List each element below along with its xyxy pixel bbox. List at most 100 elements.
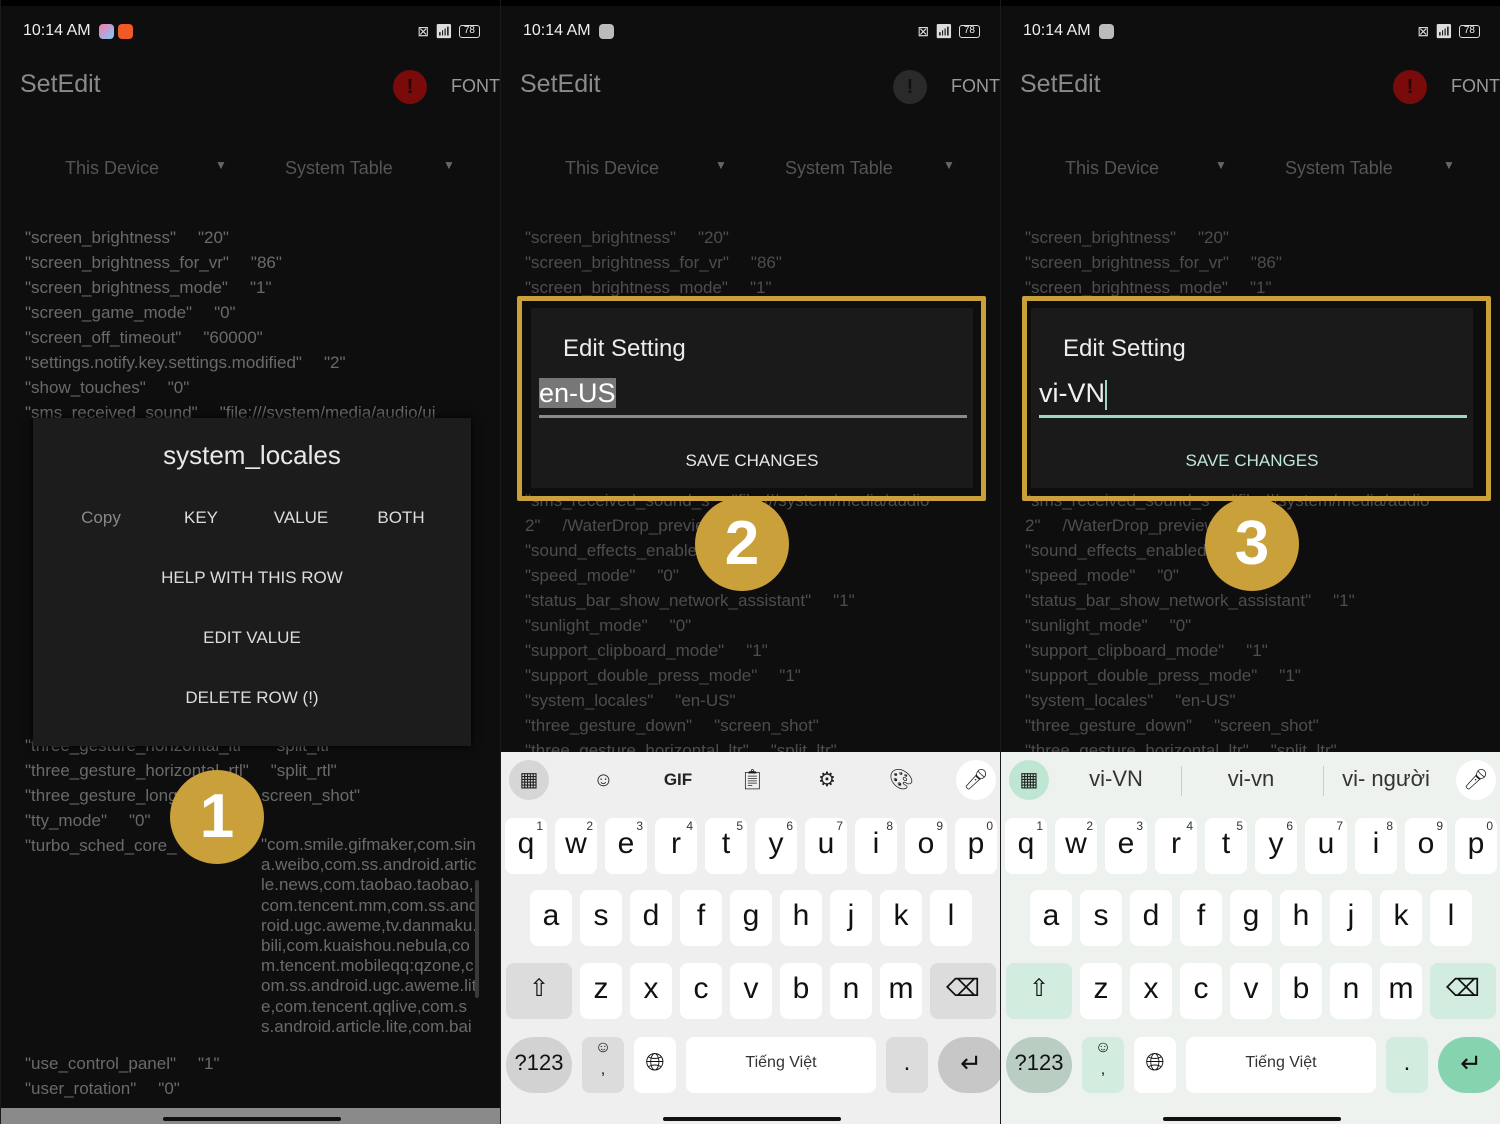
apps-grid-icon[interactable]: ▦ xyxy=(1009,760,1049,800)
edit-value-button[interactable]: EDIT VALUE xyxy=(33,628,471,648)
font-button[interactable]: FONT xyxy=(951,76,1000,97)
copy-value-button[interactable]: VALUE xyxy=(251,508,351,528)
list-row[interactable]: "sunlight_mode" "0" xyxy=(1025,613,1480,638)
key-p[interactable]: p0 xyxy=(955,818,997,874)
list-row[interactable]: "three_gesture_down" "screen_shot" xyxy=(1025,713,1480,738)
key-y[interactable]: y6 xyxy=(1255,818,1297,874)
key-a[interactable]: a xyxy=(530,890,572,946)
list-row[interactable]: "support_double_press_mode" "1" xyxy=(1025,663,1480,688)
emoji-comma-key[interactable]: ☺, xyxy=(582,1037,624,1093)
key-j[interactable]: j xyxy=(830,890,872,946)
backspace-key[interactable]: ⌫ xyxy=(930,963,996,1019)
key-z[interactable]: z xyxy=(580,963,622,1019)
copy-both-button[interactable]: BOTH xyxy=(351,508,451,528)
home-indicator[interactable] xyxy=(163,1117,341,1121)
mic-icon[interactable]: 🎤︎ xyxy=(956,760,996,800)
settings-icon[interactable]: ⚙ xyxy=(807,760,847,800)
key-p[interactable]: p0 xyxy=(1455,818,1497,874)
alert-badge-icon[interactable]: ! xyxy=(893,70,927,104)
shift-key[interactable]: ⇧ xyxy=(506,963,572,1019)
key-t[interactable]: t5 xyxy=(705,818,747,874)
suggestion[interactable]: vi-VN xyxy=(1056,766,1176,792)
list-row[interactable]: "support_double_press_mode" "1" xyxy=(525,663,980,688)
key-s[interactable]: s xyxy=(1080,890,1122,946)
key-m[interactable]: m xyxy=(1380,963,1422,1019)
home-indicator[interactable] xyxy=(663,1117,841,1121)
list-row[interactable]: "screen_game_mode" "0" xyxy=(25,300,480,325)
list-row[interactable]: "screen_brightness_mode" "1" xyxy=(25,275,480,300)
key-q[interactable]: q1 xyxy=(505,818,547,874)
period-key[interactable]: . xyxy=(886,1037,928,1093)
space-key[interactable]: Tiếng Việt xyxy=(686,1037,876,1093)
language-key[interactable]: 🌐︎ xyxy=(1134,1037,1176,1093)
device-dropdown[interactable]: This Device ▼ xyxy=(65,158,227,179)
list-row[interactable]: "support_clipboard_mode" "1" xyxy=(1025,638,1480,663)
key-s[interactable]: s xyxy=(580,890,622,946)
key-r[interactable]: r4 xyxy=(1155,818,1197,874)
device-dropdown[interactable]: This Device ▼ xyxy=(1065,158,1227,179)
key-o[interactable]: o9 xyxy=(905,818,947,874)
key-j[interactable]: j xyxy=(1330,890,1372,946)
key-x[interactable]: x xyxy=(1130,963,1172,1019)
list-row[interactable]: "screen_off_timeout" "60000" xyxy=(25,325,480,350)
list-row[interactable]: "three_gesture_horizontal_rtl" "split_rtl… xyxy=(25,758,480,783)
key-d[interactable]: d xyxy=(630,890,672,946)
list-row[interactable]: "sunlight_mode" "0" xyxy=(525,613,980,638)
list-row[interactable]: "screen_brightness_for_vr" "86" xyxy=(25,250,480,275)
key-k[interactable]: k xyxy=(1380,890,1422,946)
table-dropdown[interactable]: System Table ▼ xyxy=(1285,158,1455,179)
list-row[interactable]: "three_gesture_down" "screen_shot" xyxy=(525,713,980,738)
key-l[interactable]: l xyxy=(930,890,972,946)
key-b[interactable]: b xyxy=(780,963,822,1019)
emoji-comma-key[interactable]: ☺, xyxy=(1082,1037,1124,1093)
alert-badge-icon[interactable]: ! xyxy=(393,70,427,104)
key-e[interactable]: e3 xyxy=(605,818,647,874)
copy-key-button[interactable]: KEY xyxy=(151,508,251,528)
font-button[interactable]: FONT xyxy=(451,76,500,97)
home-indicator[interactable] xyxy=(1163,1117,1341,1121)
clipboard-icon[interactable]: 📋︎ xyxy=(733,760,773,800)
language-key[interactable]: 🌐︎ xyxy=(634,1037,676,1093)
period-key[interactable]: . xyxy=(1386,1037,1428,1093)
key-r[interactable]: r4 xyxy=(655,818,697,874)
key-w[interactable]: w2 xyxy=(555,818,597,874)
key-t[interactable]: t5 xyxy=(1205,818,1247,874)
sticker-icon[interactable]: ☺ xyxy=(584,760,624,800)
scrollbar[interactable] xyxy=(475,880,479,998)
enter-key[interactable]: ↵ xyxy=(938,1037,1000,1093)
list-row[interactable]: "status_bar_show_network_assistant" "1" xyxy=(525,588,980,613)
list-row[interactable]: "user_rotation" "0" xyxy=(25,1076,480,1101)
key-a[interactable]: a xyxy=(1030,890,1072,946)
table-dropdown[interactable]: System Table ▼ xyxy=(285,158,455,179)
key-x[interactable]: x xyxy=(630,963,672,1019)
key-o[interactable]: o9 xyxy=(1405,818,1447,874)
key-f[interactable]: f xyxy=(1180,890,1222,946)
help-row-button[interactable]: HELP WITH THIS ROW xyxy=(33,568,471,588)
key-n[interactable]: n xyxy=(830,963,872,1019)
suggestion[interactable]: vi-vn xyxy=(1191,766,1311,792)
key-v[interactable]: v xyxy=(730,963,772,1019)
list-row[interactable]: "support_clipboard_mode" "1" xyxy=(525,638,980,663)
key-y[interactable]: y6 xyxy=(755,818,797,874)
key-i[interactable]: i8 xyxy=(1355,818,1397,874)
gif-icon[interactable]: GIF xyxy=(658,760,698,800)
list-row[interactable]: "screen_brightness" "20" xyxy=(525,225,980,250)
key-m[interactable]: m xyxy=(880,963,922,1019)
backspace-key[interactable]: ⌫ xyxy=(1430,963,1496,1019)
list-row[interactable]: "screen_brightness_for_vr" "86" xyxy=(525,250,980,275)
symbols-key[interactable]: ?123 xyxy=(1006,1037,1072,1093)
palette-icon[interactable]: 🎨︎ xyxy=(882,760,922,800)
key-u[interactable]: u7 xyxy=(805,818,847,874)
key-v[interactable]: v xyxy=(1230,963,1272,1019)
list-row[interactable]: "status_bar_show_network_assistant" "1" xyxy=(1025,588,1480,613)
font-button[interactable]: FONT xyxy=(1451,76,1500,97)
list-row[interactable]: "settings.notify.key.settings.modified" "… xyxy=(25,350,480,375)
key-c[interactable]: c xyxy=(1180,963,1222,1019)
enter-key[interactable]: ↵ xyxy=(1438,1037,1500,1093)
key-h[interactable]: h xyxy=(1280,890,1322,946)
apps-grid-icon[interactable]: ▦ xyxy=(509,760,549,800)
key-k[interactable]: k xyxy=(880,890,922,946)
key-g[interactable]: g xyxy=(730,890,772,946)
symbols-key[interactable]: ?123 xyxy=(506,1037,572,1093)
space-key[interactable]: Tiếng Việt xyxy=(1186,1037,1376,1093)
